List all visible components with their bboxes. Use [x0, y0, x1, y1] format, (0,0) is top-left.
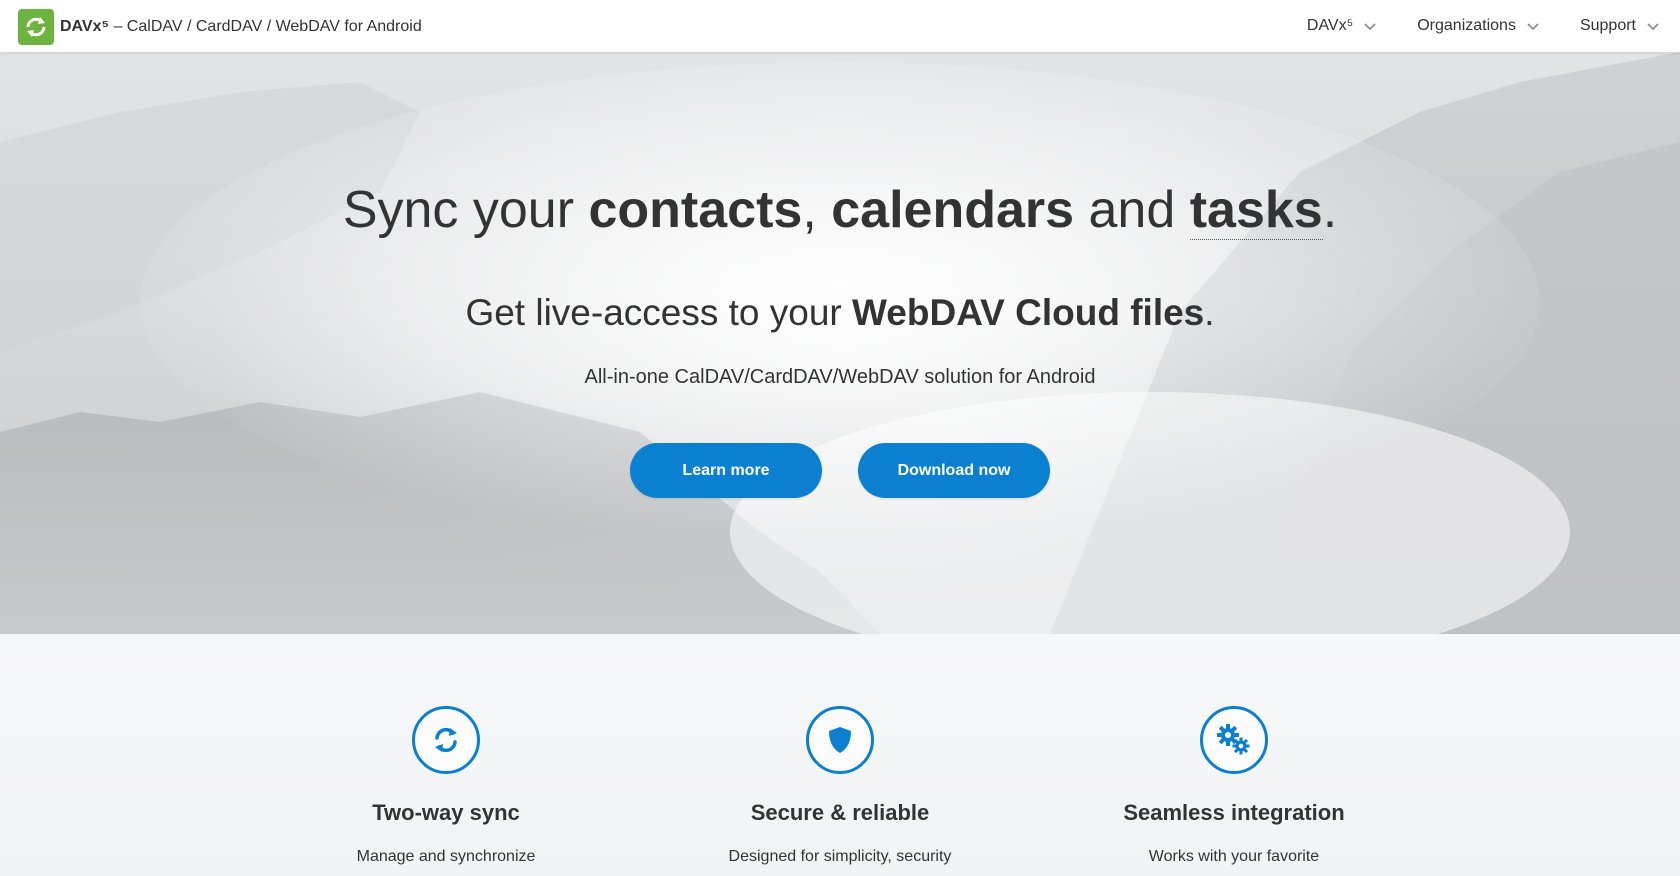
features-section: Two-way sync Manage and synchronize Secu…: [0, 634, 1680, 876]
brand-link[interactable]: DAVx⁵ – CalDAV / CardDAV / WebDAV for An…: [18, 9, 422, 45]
gears-icon: [1200, 706, 1268, 774]
hero-title-part: Sync your: [342, 181, 589, 239]
hero-tagline: All-in-one CalDAV/CardDAV/WebDAV solutio…: [584, 366, 1096, 388]
feature-seamless-integration: Seamless integration Works with your fav…: [1054, 706, 1414, 866]
sync-icon: [412, 706, 480, 774]
hero-title-part: ,: [802, 181, 832, 239]
hero-title: Sync your contacts, calendars and tasks.: [0, 180, 1680, 240]
hero-title-part: .: [1322, 181, 1338, 239]
hero-title-calendars: calendars: [831, 181, 1075, 239]
hero-subtitle-part: .: [1204, 292, 1215, 333]
nav-support[interactable]: Support: [1560, 17, 1680, 35]
nav-support-label: Support: [1579, 17, 1636, 34]
learn-more-button[interactable]: Learn more: [630, 443, 822, 498]
main-nav: DAVx⁵ Organizations Support: [1287, 0, 1680, 52]
nav-organizations[interactable]: Organizations: [1397, 17, 1560, 35]
brand-name: DAVx⁵: [60, 18, 110, 35]
feature-title: Seamless integration: [1123, 800, 1345, 825]
nav-davx5-label: DAVx⁵: [1306, 17, 1354, 34]
hero-subtitle: Get live-access to your WebDAV Cloud fil…: [0, 292, 1680, 334]
mountain-background-image: [0, 52, 1680, 634]
hero-section: Sync your contacts, calendars and tasks.…: [0, 52, 1680, 634]
chevron-down-icon: [1647, 23, 1659, 31]
download-now-button[interactable]: Download now: [858, 443, 1050, 498]
brand-text: DAVx⁵ – CalDAV / CardDAV / WebDAV for An…: [60, 18, 422, 36]
hero-title-tasks-link[interactable]: tasks: [1189, 181, 1323, 240]
feature-description: Designed for simplicity, security: [728, 848, 952, 865]
nav-davx5[interactable]: DAVx⁵: [1287, 17, 1397, 35]
chevron-down-icon: [1364, 23, 1376, 31]
feature-title: Two-way sync: [372, 800, 520, 825]
feature-title: Secure & reliable: [750, 800, 930, 825]
feature-description: Manage and synchronize: [356, 848, 536, 865]
hero-subtitle-webdav: WebDAV Cloud files: [852, 292, 1205, 333]
feature-two-way-sync: Two-way sync Manage and synchronize: [266, 706, 626, 866]
nav-organizations-label: Organizations: [1417, 17, 1516, 34]
feature-description: Works with your favorite: [1148, 848, 1320, 865]
brand-tagline: – CalDAV / CardDAV / WebDAV for Android: [109, 18, 422, 35]
hero-subtitle-part: Get live-access to your: [465, 292, 853, 333]
davx5-logo-icon: [18, 9, 54, 45]
hero-title-contacts: contacts: [588, 181, 803, 239]
site-header: DAVx⁵ – CalDAV / CardDAV / WebDAV for An…: [0, 0, 1680, 52]
chevron-down-icon: [1527, 23, 1539, 31]
feature-secure-reliable: Secure & reliable Designed for simplicit…: [660, 706, 1020, 866]
hero-title-part: and: [1074, 181, 1190, 239]
shield-icon: [806, 706, 874, 774]
